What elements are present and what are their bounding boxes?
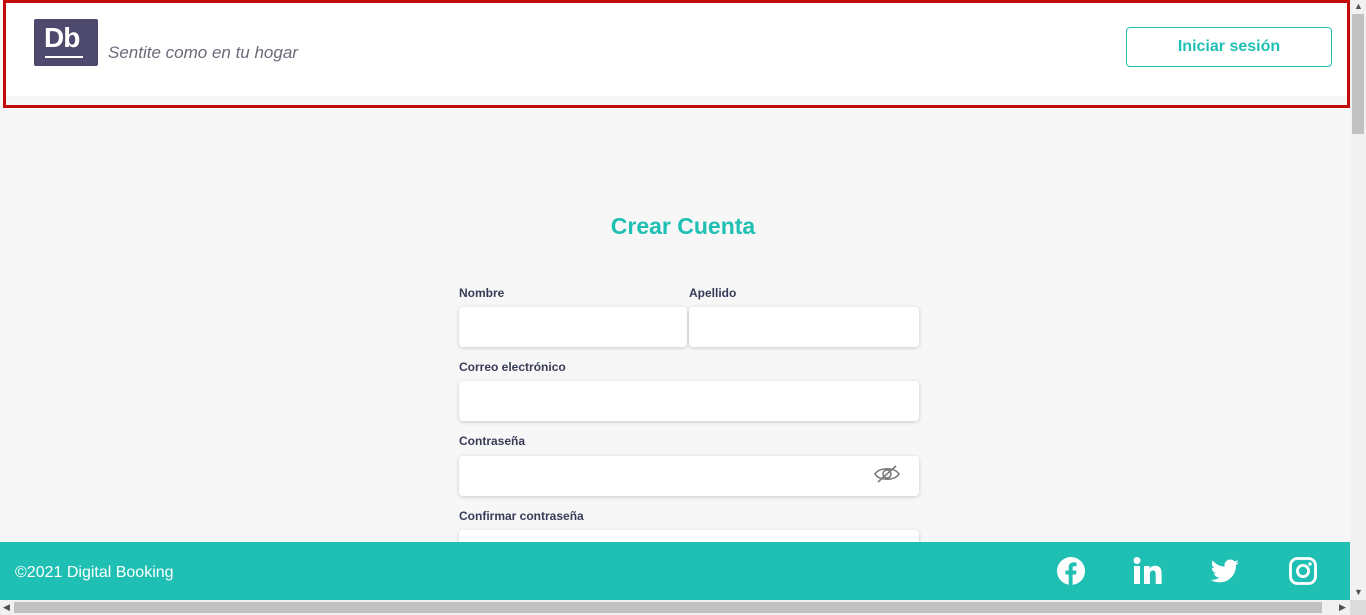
login-button[interactable]: Iniciar sesión xyxy=(1126,27,1332,67)
copyright-text: ©2021 Digital Booking xyxy=(15,564,174,581)
scroll-up-arrow-icon[interactable]: ▲ xyxy=(1354,2,1363,11)
confirm-password-label: Confirmar contraseña xyxy=(459,509,584,523)
scroll-left-arrow-icon[interactable]: ◀ xyxy=(3,603,10,612)
vertical-scroll-thumb[interactable] xyxy=(1352,14,1364,134)
site-footer: ©2021 Digital Booking xyxy=(0,542,1350,600)
last-name-field[interactable] xyxy=(689,307,919,347)
email-field[interactable] xyxy=(459,381,919,421)
scrollbar-corner xyxy=(1350,600,1366,615)
twitter-icon[interactable] xyxy=(1210,556,1240,586)
instagram-icon[interactable] xyxy=(1288,556,1318,586)
last-name-label: Apellido xyxy=(689,286,737,300)
page-title: Crear Cuenta xyxy=(610,213,756,239)
first-name-field[interactable] xyxy=(459,307,687,347)
horizontal-scrollbar[interactable]: ◀ ▶ xyxy=(0,600,1350,615)
linkedin-icon[interactable] xyxy=(1133,556,1163,586)
first-name-label: Nombre xyxy=(459,286,505,300)
eye-slash-icon[interactable] xyxy=(874,464,900,484)
page-viewport: Db Sentite como en tu hogar Iniciar sesi… xyxy=(0,0,1350,600)
facebook-icon[interactable] xyxy=(1056,556,1086,586)
vertical-scrollbar[interactable]: ▲ ▼ xyxy=(1350,0,1366,600)
logo-underline xyxy=(45,56,83,58)
header-bar: Db Sentite como en tu hogar Iniciar sesi… xyxy=(6,3,1347,96)
logo[interactable]: Db xyxy=(34,19,98,66)
email-label: Correo electrónico xyxy=(459,360,566,374)
site-header: Db Sentite como en tu hogar Iniciar sesi… xyxy=(3,0,1350,108)
password-label: Contraseña xyxy=(459,434,526,448)
horizontal-scroll-thumb[interactable] xyxy=(14,602,1322,613)
password-field[interactable] xyxy=(459,456,919,496)
logo-text: Db xyxy=(44,22,80,53)
scroll-down-arrow-icon[interactable]: ▼ xyxy=(1354,588,1363,597)
tagline: Sentite como en tu hogar xyxy=(108,43,298,62)
scroll-right-arrow-icon[interactable]: ▶ xyxy=(1339,603,1346,612)
